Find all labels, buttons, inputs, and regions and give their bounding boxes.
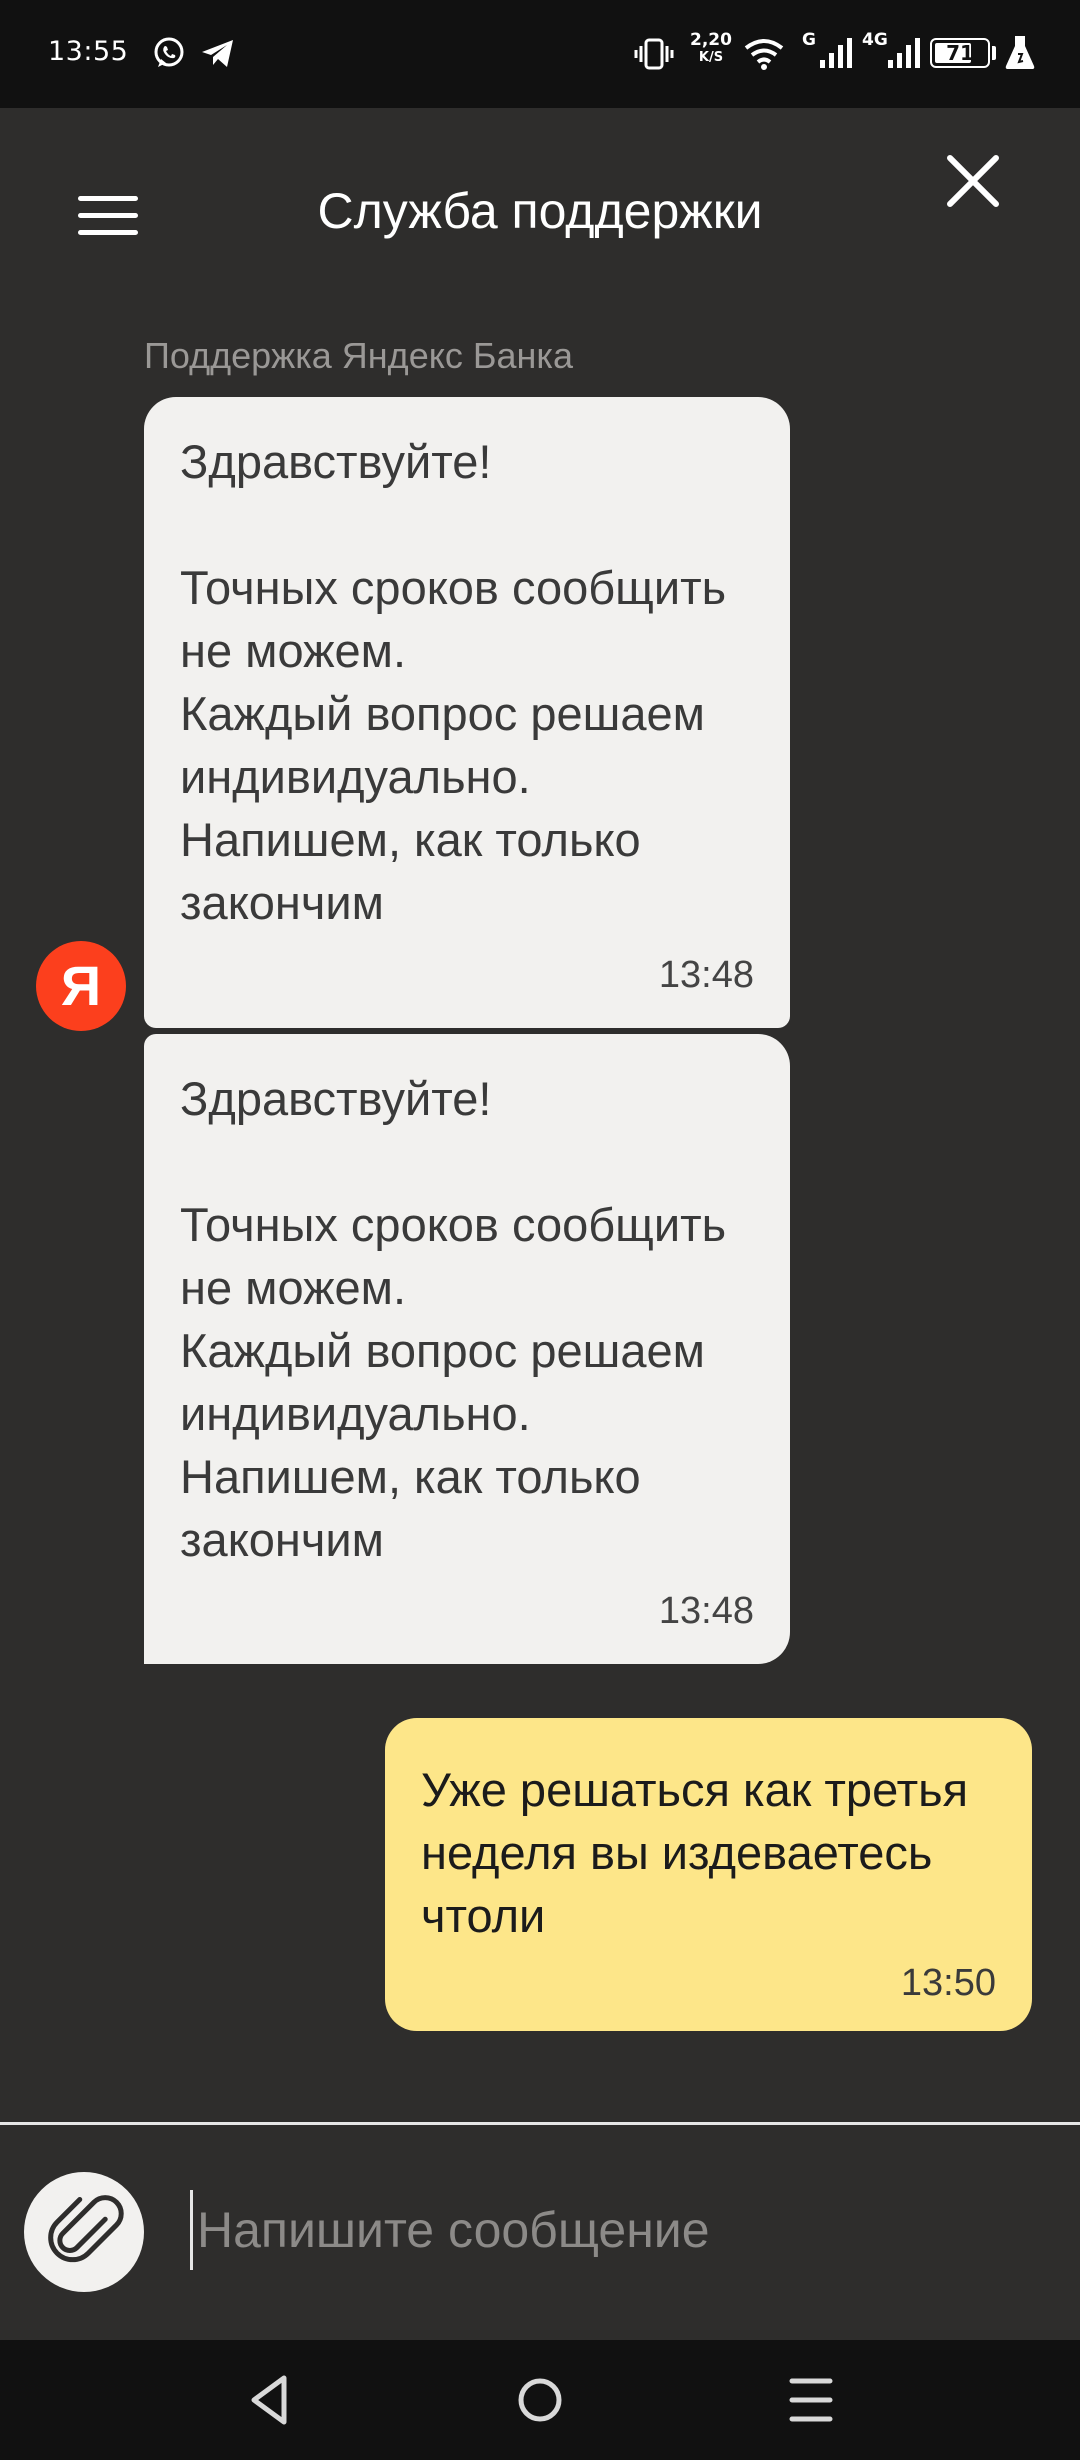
- signal-type-label: G: [802, 30, 816, 50]
- support-avatar: Я: [36, 941, 126, 1031]
- message-text: Здравствуйте! Точных сроков сообщить не …: [180, 1072, 727, 1566]
- close-icon: [947, 155, 999, 207]
- telegram-icon: [202, 40, 233, 67]
- message-input[interactable]: [190, 2190, 1057, 2270]
- home-icon[interactable]: [512, 2372, 568, 2428]
- vibrate-icon: [634, 38, 674, 70]
- message-text: Уже решаться как третья неделя вы издева…: [421, 1763, 969, 1942]
- back-icon[interactable]: [244, 2372, 294, 2428]
- attach-button[interactable]: [24, 2172, 144, 2292]
- menu-icon: [78, 213, 138, 218]
- signal-icon: [888, 38, 920, 68]
- status-bar: 13:55 2,20 K/S G 4G 71: [0, 0, 1080, 108]
- wifi-icon: [744, 39, 784, 70]
- message-time: 13:48: [658, 954, 754, 996]
- network-speed-unit: K/S: [698, 50, 724, 65]
- outgoing-message: Уже решаться как третья неделя вы издева…: [385, 1718, 1032, 2031]
- incoming-message: Здравствуйте! Точных сроков сообщить не …: [144, 397, 790, 1028]
- signal-type-label: 4G: [862, 30, 888, 50]
- network-speed: 2,20 K/S: [688, 32, 734, 66]
- message-time: 13:50: [900, 1962, 996, 2004]
- signal-icon: [820, 38, 852, 68]
- whatsapp-icon: [154, 37, 184, 67]
- paperclip-icon: [48, 2195, 124, 2263]
- network-speed-value: 2,20: [690, 30, 732, 50]
- message-text: Здравствуйте! Точных сроков сообщить не …: [180, 435, 727, 929]
- menu-button[interactable]: [78, 196, 138, 236]
- battery-tip: [992, 46, 996, 60]
- incoming-message: Здравствуйте! Точных сроков сообщить не …: [144, 1034, 790, 1664]
- message-time: 13:48: [658, 1590, 754, 1632]
- status-time: 13:55: [48, 36, 129, 67]
- menu-icon: [78, 230, 138, 235]
- sender-name: Поддержка Яндекс Банка: [144, 335, 573, 376]
- menu-icon: [78, 196, 138, 201]
- battery-icon: 71: [930, 38, 990, 68]
- battery-percent: 71: [946, 41, 974, 65]
- flask-icon: [1005, 36, 1035, 69]
- page-title: Служба поддержки: [317, 183, 763, 239]
- close-button[interactable]: [942, 150, 1004, 212]
- recents-icon[interactable]: [788, 2372, 834, 2428]
